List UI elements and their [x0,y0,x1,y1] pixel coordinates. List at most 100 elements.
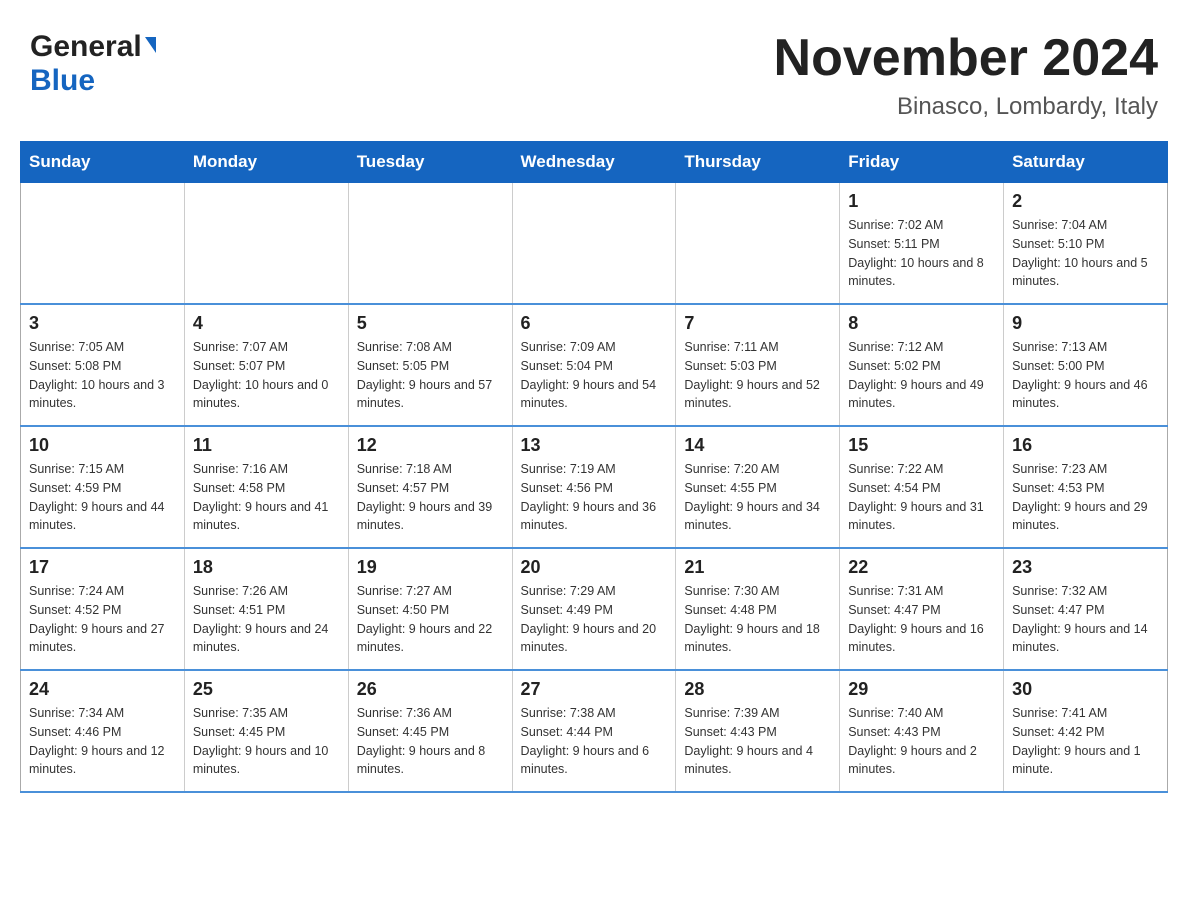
day-number: 25 [193,679,340,700]
calendar-body: 1 Sunrise: 7:02 AM Sunset: 5:11 PM Daylig… [21,183,1168,793]
day-number: 3 [29,313,176,334]
day-number: 27 [521,679,668,700]
day-cell: 6Sunrise: 7:09 AM Sunset: 5:04 PM Daylig… [512,304,676,426]
day-info: Sunrise: 7:08 AM Sunset: 5:05 PM Dayligh… [357,338,504,413]
day-number: 8 [848,313,995,334]
day-info: Sunrise: 7:24 AM Sunset: 4:52 PM Dayligh… [29,582,176,657]
day-info: Sunrise: 7:38 AM Sunset: 4:44 PM Dayligh… [521,704,668,779]
day-info: Sunrise: 7:30 AM Sunset: 4:48 PM Dayligh… [684,582,831,657]
day-info: Sunrise: 7:35 AM Sunset: 4:45 PM Dayligh… [193,704,340,779]
day-info: Sunrise: 7:40 AM Sunset: 4:43 PM Dayligh… [848,704,995,779]
day-cell: 1 Sunrise: 7:02 AM Sunset: 5:11 PM Daylig… [840,183,1004,305]
week-row-4: 17 Sunrise: 7:24 AM Sunset: 4:52 PM Dayli… [21,548,1168,670]
day-cell: 10Sunrise: 7:15 AM Sunset: 4:59 PM Dayli… [21,426,185,548]
day-number: 11 [193,435,340,456]
day-number: 2 [1012,191,1159,212]
day-cell: 14 Sunrise: 7:20 AM Sunset: 4:55 PM Dayli… [676,426,840,548]
day-cell: 9Sunrise: 7:13 AM Sunset: 5:00 PM Daylig… [1004,304,1168,426]
day-number: 14 [684,435,831,456]
day-number: 30 [1012,679,1159,700]
day-number: 15 [848,435,995,456]
day-info: Sunrise: 7:31 AM Sunset: 4:47 PM Dayligh… [848,582,995,657]
day-info: Sunrise: 7:12 AM Sunset: 5:02 PM Dayligh… [848,338,995,413]
day-info: Sunrise: 7:02 AM Sunset: 5:11 PM Dayligh… [848,216,995,291]
day-number: 16 [1012,435,1159,456]
week-row-2: 3Sunrise: 7:05 AM Sunset: 5:08 PM Daylig… [21,304,1168,426]
day-cell: 27 Sunrise: 7:38 AM Sunset: 4:44 PM Dayli… [512,670,676,792]
day-cell: 15 Sunrise: 7:22 AM Sunset: 4:54 PM Dayli… [840,426,1004,548]
day-header-sunday: Sunday [21,142,185,183]
day-number: 17 [29,557,176,578]
day-header-tuesday: Tuesday [348,142,512,183]
day-number: 12 [357,435,504,456]
day-cell [348,183,512,305]
day-info: Sunrise: 7:26 AM Sunset: 4:51 PM Dayligh… [193,582,340,657]
day-cell: 24Sunrise: 7:34 AM Sunset: 4:46 PM Dayli… [21,670,185,792]
day-info: Sunrise: 7:18 AM Sunset: 4:57 PM Dayligh… [357,460,504,535]
day-cell: 21 Sunrise: 7:30 AM Sunset: 4:48 PM Dayli… [676,548,840,670]
day-cell: 5 Sunrise: 7:08 AM Sunset: 5:05 PM Daylig… [348,304,512,426]
day-info: Sunrise: 7:22 AM Sunset: 4:54 PM Dayligh… [848,460,995,535]
day-header-saturday: Saturday [1004,142,1168,183]
day-info: Sunrise: 7:39 AM Sunset: 4:43 PM Dayligh… [684,704,831,779]
day-cell: 3Sunrise: 7:05 AM Sunset: 5:08 PM Daylig… [21,304,185,426]
day-cell [512,183,676,305]
day-cell: 4Sunrise: 7:07 AM Sunset: 5:07 PM Daylig… [184,304,348,426]
day-info: Sunrise: 7:19 AM Sunset: 4:56 PM Dayligh… [521,460,668,535]
day-cell: 17 Sunrise: 7:24 AM Sunset: 4:52 PM Dayli… [21,548,185,670]
day-cell: 13 Sunrise: 7:19 AM Sunset: 4:56 PM Dayli… [512,426,676,548]
day-info: Sunrise: 7:41 AM Sunset: 4:42 PM Dayligh… [1012,704,1159,779]
day-cell: 7 Sunrise: 7:11 AM Sunset: 5:03 PM Daylig… [676,304,840,426]
day-cell: 20 Sunrise: 7:29 AM Sunset: 4:49 PM Dayli… [512,548,676,670]
logo-general-text: General [30,30,142,64]
day-number: 7 [684,313,831,334]
calendar-header: SundayMondayTuesdayWednesdayThursdayFrid… [21,142,1168,183]
day-cell: 23 Sunrise: 7:32 AM Sunset: 4:47 PM Dayli… [1004,548,1168,670]
logo-blue-text: Blue [30,64,95,97]
day-info: Sunrise: 7:32 AM Sunset: 4:47 PM Dayligh… [1012,582,1159,657]
day-header-thursday: Thursday [676,142,840,183]
day-cell: 11Sunrise: 7:16 AM Sunset: 4:58 PM Dayli… [184,426,348,548]
day-number: 20 [521,557,668,578]
day-cell: 22 Sunrise: 7:31 AM Sunset: 4:47 PM Dayli… [840,548,1004,670]
day-header-monday: Monday [184,142,348,183]
day-number: 26 [357,679,504,700]
day-number: 18 [193,557,340,578]
day-info: Sunrise: 7:27 AM Sunset: 4:50 PM Dayligh… [357,582,504,657]
day-cell [184,183,348,305]
week-row-3: 10Sunrise: 7:15 AM Sunset: 4:59 PM Dayli… [21,426,1168,548]
week-row-5: 24Sunrise: 7:34 AM Sunset: 4:46 PM Dayli… [21,670,1168,792]
week-row-1: 1 Sunrise: 7:02 AM Sunset: 5:11 PM Daylig… [21,183,1168,305]
days-of-week-row: SundayMondayTuesdayWednesdayThursdayFrid… [21,142,1168,183]
day-number: 5 [357,313,504,334]
day-number: 4 [193,313,340,334]
day-info: Sunrise: 7:13 AM Sunset: 5:00 PM Dayligh… [1012,338,1159,413]
day-header-wednesday: Wednesday [512,142,676,183]
day-cell [676,183,840,305]
day-info: Sunrise: 7:29 AM Sunset: 4:49 PM Dayligh… [521,582,668,657]
day-header-friday: Friday [840,142,1004,183]
calendar-subtitle: Binasco, Lombardy, Italy [774,93,1158,121]
page-header: General Blue November 2024 Binasco, Lomb… [20,20,1168,121]
day-cell: 29 Sunrise: 7:40 AM Sunset: 4:43 PM Dayli… [840,670,1004,792]
day-cell: 26 Sunrise: 7:36 AM Sunset: 4:45 PM Dayli… [348,670,512,792]
day-number: 1 [848,191,995,212]
day-info: Sunrise: 7:36 AM Sunset: 4:45 PM Dayligh… [357,704,504,779]
day-info: Sunrise: 7:20 AM Sunset: 4:55 PM Dayligh… [684,460,831,535]
logo: General Blue [30,30,156,98]
day-number: 13 [521,435,668,456]
day-info: Sunrise: 7:34 AM Sunset: 4:46 PM Dayligh… [29,704,176,779]
day-cell [21,183,185,305]
day-cell: 19 Sunrise: 7:27 AM Sunset: 4:50 PM Dayli… [348,548,512,670]
day-cell: 2Sunrise: 7:04 AM Sunset: 5:10 PM Daylig… [1004,183,1168,305]
day-number: 29 [848,679,995,700]
day-number: 22 [848,557,995,578]
day-info: Sunrise: 7:23 AM Sunset: 4:53 PM Dayligh… [1012,460,1159,535]
title-block: November 2024 Binasco, Lombardy, Italy [774,30,1158,121]
day-cell: 12 Sunrise: 7:18 AM Sunset: 4:57 PM Dayli… [348,426,512,548]
day-number: 21 [684,557,831,578]
day-number: 23 [1012,557,1159,578]
day-number: 19 [357,557,504,578]
day-cell: 30 Sunrise: 7:41 AM Sunset: 4:42 PM Dayli… [1004,670,1168,792]
day-info: Sunrise: 7:11 AM Sunset: 5:03 PM Dayligh… [684,338,831,413]
